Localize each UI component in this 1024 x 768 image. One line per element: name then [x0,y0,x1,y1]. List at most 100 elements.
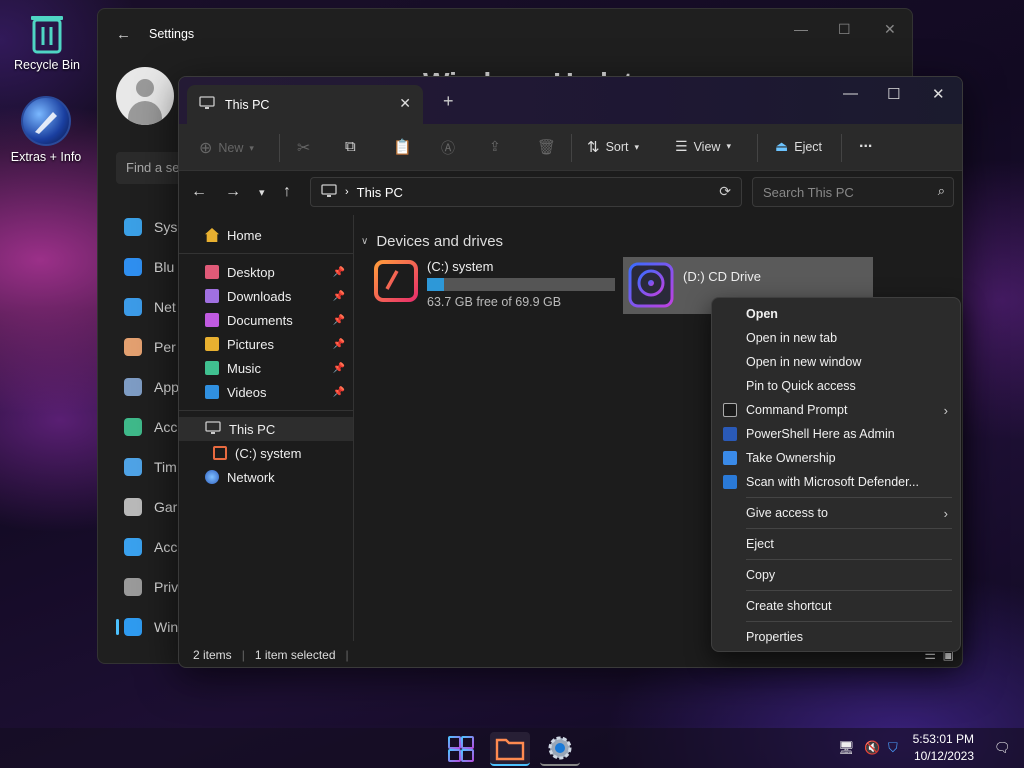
tab-label: This PC [225,97,270,112]
maximize-icon[interactable]: ☐ [887,85,900,103]
nav-label: (C:) system [235,445,302,461]
context-menu-label: Pin to Quick access [746,379,856,393]
context-menu-label: Open in new window [746,355,862,369]
context-menu-item[interactable]: Copy [712,563,960,587]
nav-item-pinned[interactable]: Downloads 📌 [179,284,353,308]
desktop-icon-label: Extras + Info [10,150,82,164]
nav-item-pinned[interactable]: Pictures 📌 [179,332,353,356]
up-arrow-icon[interactable]: ↑ [283,183,291,201]
settings-taskbar-button[interactable] [540,732,580,766]
back-arrow-icon[interactable]: ← [116,26,131,43]
volume-muted-icon[interactable]: 🔇 [864,740,880,756]
desktop-icon-recycle-bin[interactable]: Recycle Bin [2,12,92,72]
context-menu-label: Copy [746,568,776,582]
minimize-icon[interactable]: — [794,21,808,37]
sort-button[interactable]: ⇅ Sort ▾ [587,138,639,156]
close-icon[interactable]: ✕ [884,21,896,38]
nav-label: Music [227,360,261,376]
context-menu-item[interactable]: Properties [712,625,960,649]
status-divider: | [345,648,349,662]
address-bar[interactable]: › This PC ⟳ [310,177,742,207]
nav-item-c-drive[interactable]: (C:) system [179,441,353,465]
nav-item-network[interactable]: Network [179,465,353,489]
pin-icon[interactable]: 📌 [333,363,345,374]
security-shield-icon[interactable]: ⛉ [888,740,898,756]
delete-icon[interactable]: 🗑 [537,138,556,156]
capacity-bar-fill [427,278,444,291]
new-button[interactable]: ⊕ New ▾ [199,138,254,158]
nav-item-this-pc[interactable]: This PC [179,417,353,441]
pin-icon[interactable]: 📌 [333,339,345,350]
sidebar-item-label: Priv [154,579,179,595]
avatar[interactable] [116,67,174,125]
recent-chevron-icon[interactable]: ▾ [259,186,265,199]
notifications-icon[interactable]: 🗨 [994,740,1011,756]
update-icon [124,618,142,636]
forward-arrow-icon[interactable]: → [225,183,241,201]
nav-item-pinned[interactable]: Documents 📌 [179,308,353,332]
context-menu-item[interactable]: PowerShell Here as Admin [712,422,960,446]
explorer-toolbar: ⊕ New ▾ ✂ ⧉ 📋 Ⓐ ⇪ 🗑 ⇅ Sort ▾ ☰ View ▾ ⏏ … [179,124,962,171]
context-menu-item[interactable]: Open [712,302,960,326]
context-menu-item[interactable]: Command Prompt › [712,398,960,422]
nav-label: Videos [227,384,267,400]
cut-icon[interactable]: ✂ [297,138,310,158]
home-icon [205,228,219,242]
clock[interactable]: 5:53:01 PM 10/12/2023 [913,731,974,765]
drive-icon [213,446,227,460]
network-icon [205,470,219,484]
back-arrow-icon[interactable]: ← [191,183,207,201]
desktop-icon-extras-info[interactable]: Extras + Info [1,96,91,164]
context-menu-item[interactable]: Give access to › [712,501,960,525]
share-icon[interactable]: ⇪ [489,138,501,155]
new-tab-icon[interactable]: + [443,91,454,112]
start-button[interactable] [441,732,481,766]
pin-icon[interactable]: 📌 [333,387,345,398]
windows-icon [448,736,474,762]
navigation-pane: Home Desktop 📌 Downloads 📌 Documents 📌 Picture… [179,215,354,641]
close-icon[interactable]: ✕ [932,85,945,103]
context-menu-item[interactable]: Pin to Quick access [712,374,960,398]
sidebar-item-label: Win [154,619,179,635]
videos-icon [205,385,219,399]
file-explorer-taskbar-button[interactable] [490,732,530,766]
context-menu-item[interactable]: Create shortcut [712,594,960,618]
refresh-icon[interactable]: ⟳ [719,183,731,200]
menu-separator [746,528,952,529]
copy-icon[interactable]: ⧉ [345,138,356,155]
view-icon: ☰ [675,138,688,154]
nav-item-home[interactable]: Home [179,223,353,247]
cd-drive-icon [627,261,675,310]
nav-item-pinned[interactable]: Videos 📌 [179,380,353,404]
eject-button[interactable]: ⏏ Eject [775,138,822,155]
nav-item-pinned[interactable]: Desktop 📌 [179,260,353,284]
context-menu-item[interactable]: Take Ownership [712,446,960,470]
minimize-icon[interactable]: — [843,85,858,102]
system-icon [124,218,142,236]
pin-icon[interactable]: 📌 [333,315,345,326]
breadcrumb[interactable]: This PC [357,185,403,200]
paste-icon[interactable]: 📋 [393,138,412,156]
context-menu-label: Command Prompt [746,403,848,417]
nav-item-pinned[interactable]: Music 📌 [179,356,353,380]
pin-icon[interactable]: 📌 [333,267,345,278]
monitor-icon [199,96,215,113]
pin-icon[interactable]: 📌 [333,291,345,302]
group-header[interactable]: ∨ Devices and drives [361,233,503,250]
context-menu-item[interactable]: Scan with Microsoft Defender... [712,470,960,494]
maximize-icon[interactable]: ☐ [838,21,851,38]
drive-c[interactable]: (C:) system 63.7 GB free of 69.9 GB [373,259,615,309]
eject-label: Eject [794,139,823,154]
more-options-icon[interactable]: ... [859,134,872,152]
tab-this-pc[interactable]: This PC ✕ [187,85,423,124]
view-button[interactable]: ☰ View ▾ [675,138,731,155]
rename-icon[interactable]: Ⓐ [441,138,455,158]
chevron-right-icon: › [943,505,948,521]
context-menu-item[interactable]: Open in new window [712,350,960,374]
search-input[interactable]: Search This PC ⌕ [752,177,954,207]
context-menu-item[interactable]: Open in new tab [712,326,960,350]
close-tab-icon[interactable]: ✕ [399,95,411,112]
network-status-icon[interactable]: 🖥 [838,740,855,756]
context-menu-item[interactable]: Eject [712,532,960,556]
drive-c-icon [373,259,419,309]
